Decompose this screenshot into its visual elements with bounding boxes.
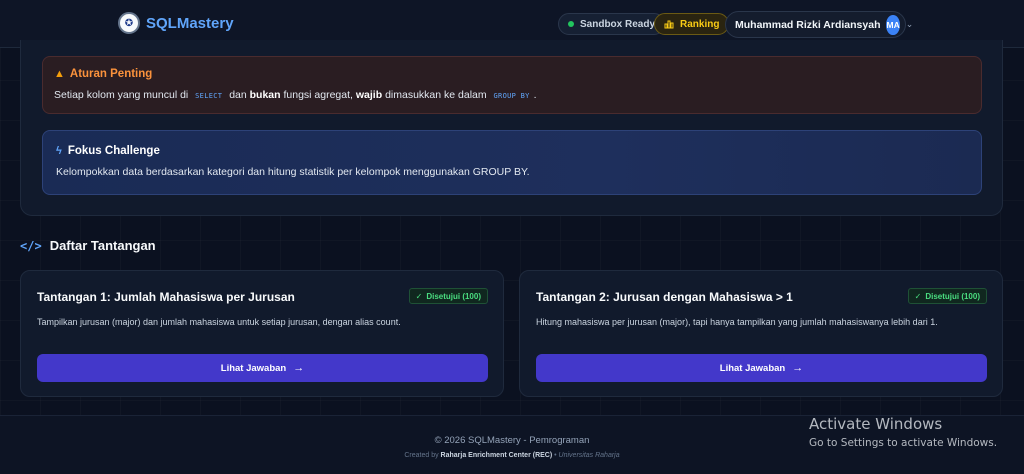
code-brackets-icon: </> (20, 238, 42, 253)
view-answer-label: Lihat Jawaban (220, 362, 287, 374)
university-seal-icon: ✪ (118, 12, 140, 34)
rules-bold: wajib (355, 89, 383, 101)
rules-text: Setiap kolom yang muncul di SELECT dan b… (54, 89, 970, 101)
rules-text-part: dimasukkan ke dalam (385, 89, 487, 101)
focus-title: ϟ Fokus Challenge (56, 145, 968, 157)
status-badge: ✓ Disetujui (100) (408, 288, 488, 304)
focus-callout: ϟ Fokus Challenge Kelompokkan data berda… (42, 130, 982, 195)
ranking-label: Ranking (680, 18, 720, 30)
status-badge: ✓ Disetujui (100) (907, 288, 987, 304)
code-group-by: GROUP BY (493, 92, 530, 100)
rules-callout: ▲ Aturan Penting Setiap kolom yang muncu… (42, 56, 982, 114)
user-name: Muhammad Rizki Ardiansyah (735, 18, 881, 31)
sandbox-status-badge: Sandbox Ready (558, 13, 666, 35)
rules-title-text: Aturan Penting (69, 68, 153, 80)
chevron-down-icon: ⌄ (905, 19, 914, 29)
view-answer-label: Lihat Jawaban (719, 362, 786, 374)
rules-text-part: dan (229, 89, 247, 101)
footer-org: Raharja Enrichment Center (REC) (440, 452, 553, 459)
bar-chart-icon (664, 20, 674, 29)
footer-credits: Created by Raharja Enrichment Center (RE… (0, 452, 1024, 459)
rules-text-part: fungsi agregat, (283, 89, 353, 101)
arrow-right-icon: → (293, 362, 305, 374)
section-title: </> Daftar Tantangan (20, 238, 156, 253)
challenge-card: Tantangan 1: Jumlah Mahasiswa per Jurusa… (20, 270, 504, 397)
watermark-subtitle: Go to Settings to activate Windows. (809, 437, 998, 449)
lightning-bolt-icon: ϟ (56, 145, 62, 157)
ranking-button[interactable]: Ranking (654, 13, 730, 35)
brand-name: SQLMastery (146, 14, 234, 32)
footer-separator: • (554, 452, 557, 459)
warning-triangle-icon: ▲ (54, 68, 65, 80)
view-answer-button[interactable]: Lihat Jawaban → (37, 354, 488, 382)
watermark-title: Activate Windows (809, 415, 943, 433)
code-select: SELECT (195, 92, 223, 100)
focus-title-text: Fokus Challenge (67, 145, 160, 157)
status-badge-text: Disetujui (100) (925, 291, 980, 301)
user-menu[interactable]: Muhammad Rizki Ardiansyah MA ⌄ (725, 11, 913, 38)
status-badge-text: Disetujui (100) (426, 291, 481, 301)
activate-windows-watermark: Activate Windows Go to Settings to activ… (809, 415, 997, 449)
challenge-card: Tantangan 2: Jurusan dengan Mahasiswa > … (519, 270, 1003, 397)
challenge-description: Tampilkan jurusan (major) dan jumlah mah… (37, 317, 401, 327)
sandbox-label: Sandbox Ready (580, 18, 656, 30)
rules-text-part: . (533, 89, 537, 101)
rules-bold: bukan (249, 89, 281, 101)
rules-title: ▲ Aturan Penting (54, 68, 970, 80)
footer-created-by: Created by (404, 452, 439, 459)
focus-text: Kelompokkan data berdasarkan kategori da… (56, 166, 530, 178)
view-answer-button[interactable]: Lihat Jawaban → (536, 354, 987, 382)
footer-university: Universitas Raharja (558, 452, 620, 459)
check-icon: ✓ (415, 291, 423, 301)
challenge-title: Tantangan 2: Jurusan dengan Mahasiswa > … (536, 290, 793, 304)
challenge-description: Hitung mahasiswa per jurusan (major), ta… (536, 317, 938, 327)
check-icon: ✓ (914, 291, 922, 301)
status-dot-icon (568, 21, 574, 27)
section-title-text: Daftar Tantangan (49, 238, 156, 253)
arrow-right-icon: → (792, 362, 804, 374)
brand[interactable]: ✪ SQLMastery (118, 12, 234, 34)
challenge-title: Tantangan 1: Jumlah Mahasiswa per Jurusa… (37, 290, 295, 304)
avatar: MA (886, 14, 900, 35)
rules-text-part: Setiap kolom yang muncul di (54, 89, 189, 101)
